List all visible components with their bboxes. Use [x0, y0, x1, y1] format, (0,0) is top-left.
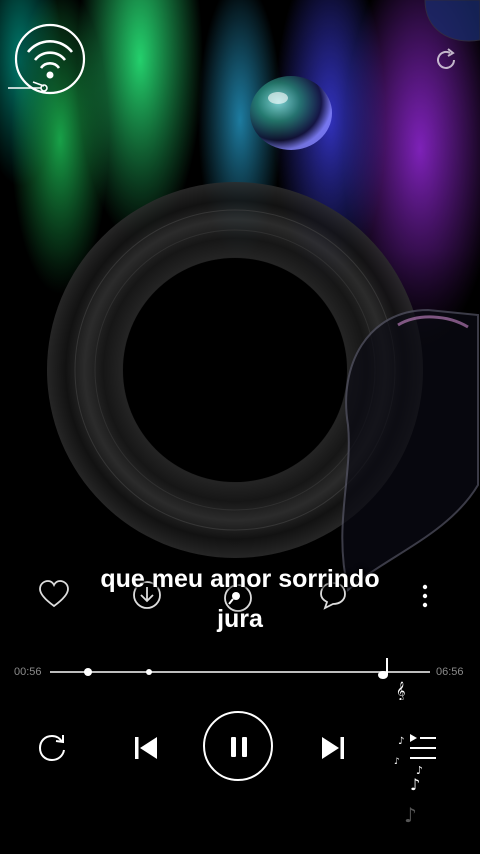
progress-track[interactable] — [50, 671, 430, 673]
svg-text:♪: ♪ — [404, 803, 417, 826]
playlist-icon[interactable]: ♪ ♪ — [394, 730, 440, 766]
svg-text:♪: ♪ — [410, 775, 420, 794]
svg-text:♪: ♪ — [394, 757, 400, 766]
bubble-decoration — [250, 76, 332, 150]
progress-marker — [146, 669, 152, 675]
svg-text:♪: ♪ — [398, 736, 404, 747]
repeat-icon[interactable] — [36, 733, 70, 763]
skip-previous-icon[interactable] — [131, 733, 161, 763]
progress-thumb[interactable] — [84, 668, 92, 676]
bubble-decoration — [424, 0, 480, 42]
play-pause-button[interactable] — [203, 711, 273, 781]
total-time: 06:56 — [436, 666, 464, 678]
wifi-cast-icon[interactable] — [8, 22, 86, 96]
svg-text:𝄞: 𝄞 — [396, 681, 405, 700]
lyric-line-current: que meu amor sorrindo — [100, 565, 380, 593]
pause-icon — [231, 737, 247, 757]
bubble-decoration — [341, 308, 479, 592]
music-note-icon: 𝄞 — [378, 658, 405, 700]
skip-next-icon[interactable] — [318, 733, 348, 763]
lyric-line-next: jura — [217, 605, 263, 633]
refresh-icon[interactable] — [432, 46, 460, 74]
music-notes-decoration: ♪ ♪ ♪ — [404, 764, 423, 826]
current-time: 00:56 — [14, 666, 42, 678]
